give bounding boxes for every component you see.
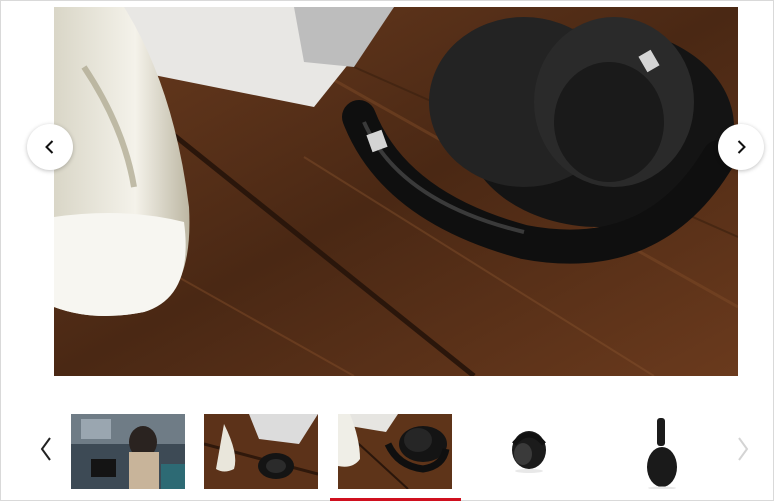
- chevron-right-icon: [738, 437, 749, 461]
- thumbnail-4[interactable]: [472, 414, 586, 489]
- next-image-button[interactable]: [718, 124, 764, 170]
- thumbnail-1[interactable]: [71, 414, 185, 489]
- chevron-left-icon: [45, 140, 54, 154]
- thumbnails-next-button[interactable]: [731, 434, 755, 464]
- product-gallery: [0, 0, 774, 501]
- thumbnail-5[interactable]: [605, 414, 719, 489]
- thumbnail-2[interactable]: [204, 414, 318, 489]
- thumbnail-3[interactable]: [338, 414, 452, 489]
- chevron-left-icon: [40, 437, 51, 461]
- chevron-right-icon: [737, 140, 746, 154]
- thumbnail-strip: [1, 401, 774, 501]
- previous-image-button[interactable]: [27, 124, 73, 170]
- thumbnails-previous-button[interactable]: [34, 434, 58, 464]
- main-product-image: [54, 7, 738, 376]
